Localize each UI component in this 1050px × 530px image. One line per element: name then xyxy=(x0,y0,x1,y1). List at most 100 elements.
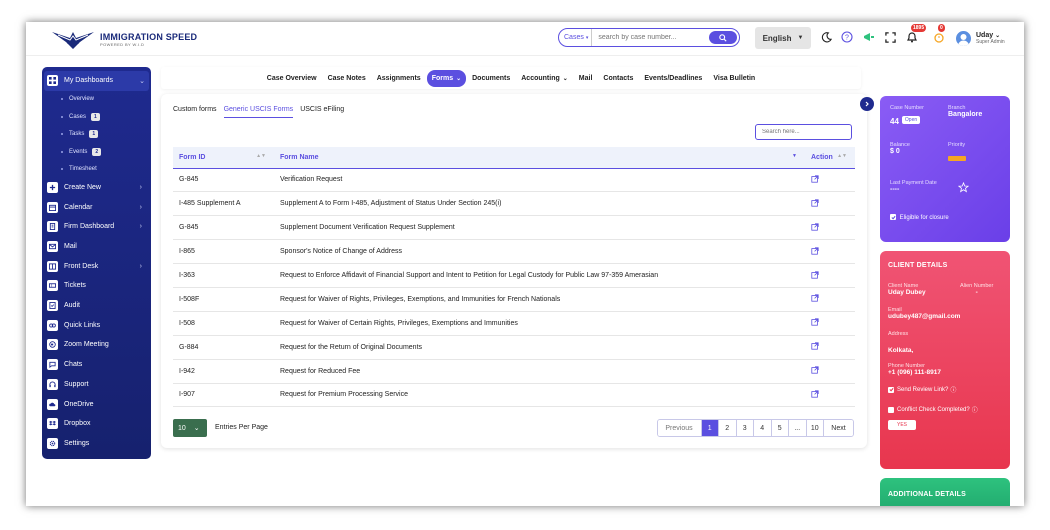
sidebar-item-settings[interactable]: Settings xyxy=(47,434,146,454)
tab-mail[interactable]: Mail xyxy=(574,70,598,87)
eligible-for-closure-checkbox[interactable]: Eligible for closure xyxy=(890,214,1000,221)
reminders-button[interactable]: 0 xyxy=(932,24,946,44)
svg-text:?: ? xyxy=(845,35,849,42)
user-menu[interactable]: Uday ⌄ Super Admin xyxy=(956,26,1005,50)
tab-assignments[interactable]: Assignments xyxy=(372,70,426,87)
form-id-link[interactable]: G-884 xyxy=(173,335,274,360)
tab-events-deadlines[interactable]: Events/Deadlines xyxy=(639,70,707,87)
page-4-button[interactable]: 4 xyxy=(754,420,772,436)
sidebar-subitem-cases[interactable]: Cases 1 xyxy=(47,108,146,125)
table-row: I-508 Request for Waiver of Certain Right… xyxy=(173,311,855,336)
sidebar-item-front-desk[interactable]: Front Desk › xyxy=(47,256,146,276)
column-header-form-name[interactable]: Form Name ▼ xyxy=(274,147,805,169)
tab-contacts[interactable]: Contacts xyxy=(598,70,638,87)
notifications-button[interactable]: 1895 xyxy=(905,24,927,44)
logo-subtitle: POWERED BY W.I.D xyxy=(100,41,145,47)
sidebar-subitem-tasks[interactable]: Tasks 1 xyxy=(47,125,146,142)
open-form-button[interactable] xyxy=(805,287,855,312)
sidebar-item-zoom-meeting[interactable]: Zoom Meeting xyxy=(47,335,146,355)
favorite-star-button[interactable] xyxy=(957,180,970,198)
sidebar-item-onedrive[interactable]: OneDrive xyxy=(47,394,146,414)
form-id-link[interactable]: I-363 xyxy=(173,263,274,288)
sidebar-item-support[interactable]: Support xyxy=(47,375,146,395)
language-select[interactable]: English ▼ xyxy=(755,27,811,49)
form-id-link[interactable]: I-508F xyxy=(173,287,274,312)
tab-documents[interactable]: Documents xyxy=(467,70,515,87)
send-review-link-checkbox[interactable]: Send Review Link? ⓘ xyxy=(888,385,1002,394)
subtab-custom-forms[interactable]: Custom forms xyxy=(173,106,217,118)
form-id-link[interactable]: I-865 xyxy=(173,239,274,265)
collapse-panel-button[interactable] xyxy=(860,97,874,111)
page-10-button[interactable]: 10 xyxy=(806,420,824,436)
tab-case-notes[interactable]: Case Notes xyxy=(323,70,371,87)
open-form-button[interactable] xyxy=(805,263,855,288)
entries-per-page-select[interactable]: 10 ⌄ xyxy=(173,419,207,437)
form-id-link[interactable]: I-942 xyxy=(173,359,274,384)
tab-forms[interactable]: Forms ⌄ xyxy=(426,69,467,87)
tab-accounting[interactable]: Accounting ⌄ xyxy=(516,70,573,87)
open-form-button[interactable] xyxy=(805,215,855,241)
search-button[interactable] xyxy=(709,31,737,44)
fullscreen-button[interactable] xyxy=(883,30,897,44)
chat-icon xyxy=(47,359,58,371)
sidebar-item-firm-dashboard[interactable]: Firm Dashboard › xyxy=(47,217,146,237)
sidebar-subitem-events[interactable]: Events 2 xyxy=(47,143,146,160)
tab-case-overview[interactable]: Case Overview xyxy=(262,70,322,87)
form-id-link[interactable]: G-845 xyxy=(173,168,274,193)
sidebar-item-calendar[interactable]: Calendar › xyxy=(47,197,146,217)
alien-number: - xyxy=(975,289,978,296)
previous-page-button[interactable]: Previous xyxy=(657,420,702,436)
announcement-button[interactable] xyxy=(862,30,876,44)
page-5-button[interactable]: 5 xyxy=(771,420,789,436)
search-scope-select[interactable]: Cases ▾ xyxy=(559,29,593,46)
sidebar-item-tickets[interactable]: Tickets xyxy=(47,276,146,296)
fullscreen-icon xyxy=(884,31,896,43)
next-page-button[interactable]: Next xyxy=(824,420,853,436)
table-row: I-508F Request for Waiver of Rights, Priv… xyxy=(173,287,855,312)
conflict-check-checkbox[interactable]: Conflict Check Completed? ⓘ xyxy=(888,405,1002,414)
address-label: Address xyxy=(888,331,909,337)
client-email[interactable]: udubey487@gmail.com xyxy=(888,313,1002,320)
sidebar-item-dropbox[interactable]: Dropbox xyxy=(47,414,146,434)
dark-mode-toggle[interactable] xyxy=(819,30,833,44)
checkbox-checked-icon xyxy=(890,214,896,220)
logo[interactable]: IMMIGRATION SPEED POWERED BY W.I.D xyxy=(50,27,197,51)
yes-button[interactable]: YES xyxy=(888,420,916,430)
column-header-form-id[interactable]: Form ID ▲▼ xyxy=(173,147,274,169)
column-header-action[interactable]: Action ▲▼ xyxy=(805,147,855,169)
sidebar-subitem-overview[interactable]: Overview xyxy=(47,91,146,108)
page-1-button[interactable]: 1 xyxy=(701,420,719,436)
sidebar-item-my-dashboards[interactable]: My Dashboards ⌄ xyxy=(44,71,149,91)
forms-subtabs: Custom forms Generic USCIS Forms USCIS e… xyxy=(173,106,351,118)
form-id-link[interactable]: I-508 xyxy=(173,311,274,336)
client-phone[interactable]: +1 (096) 111-8917 xyxy=(888,369,1002,376)
open-form-button[interactable] xyxy=(805,239,855,265)
open-form-button[interactable] xyxy=(805,359,855,384)
table-row: G-884 Request for the Return of Original … xyxy=(173,335,855,360)
sidebar-item-mail[interactable]: Mail xyxy=(47,237,146,257)
sidebar-subitem-timesheet[interactable]: Timesheet xyxy=(47,160,146,177)
plus-icon xyxy=(47,181,58,193)
form-id-link[interactable]: I-907 xyxy=(173,383,274,408)
sidebar-item-quick-links[interactable]: Quick Links xyxy=(47,315,146,335)
bullet-icon xyxy=(61,150,63,153)
sidebar-item-audit[interactable]: Audit xyxy=(47,296,146,316)
table-search-input[interactable] xyxy=(755,124,852,140)
help-button[interactable]: ? xyxy=(840,30,854,44)
form-id-link[interactable]: G-845 xyxy=(173,215,274,241)
page-2-button[interactable]: 2 xyxy=(719,420,737,436)
search-input[interactable] xyxy=(592,34,705,41)
sidebar-item-chats[interactable]: Chats xyxy=(47,355,146,375)
subtab-uscis-efiling[interactable]: USCIS eFiling xyxy=(300,106,344,118)
form-id-link[interactable]: I-485 Supplement A xyxy=(173,191,274,217)
open-form-button[interactable] xyxy=(805,335,855,360)
tab-visa-bulletin[interactable]: Visa Bulletin xyxy=(708,70,760,87)
eagle-logo-icon xyxy=(50,28,96,50)
open-form-button[interactable] xyxy=(805,311,855,336)
open-form-button[interactable] xyxy=(805,168,855,193)
open-form-button[interactable] xyxy=(805,383,855,408)
sidebar-item-create-new[interactable]: Create New › xyxy=(47,178,146,198)
open-form-button[interactable] xyxy=(805,191,855,217)
page-3-button[interactable]: 3 xyxy=(736,420,754,436)
subtab-generic-uscis-forms[interactable]: Generic USCIS Forms xyxy=(223,106,294,118)
